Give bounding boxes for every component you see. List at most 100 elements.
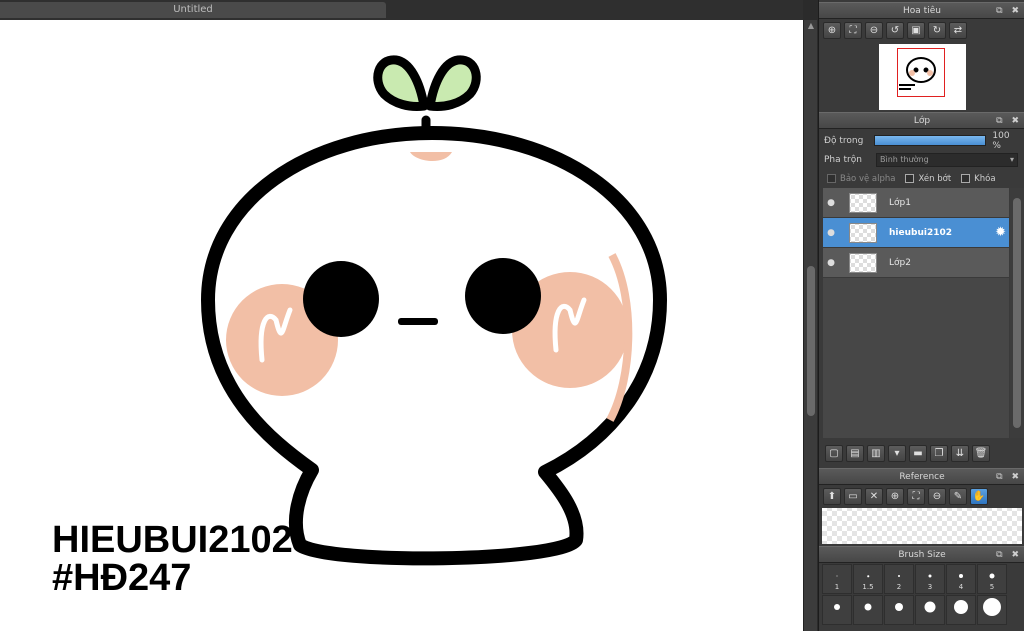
reference-header[interactable]: Reference ⧉ ✖	[819, 468, 1024, 485]
brush-size-dot	[989, 573, 995, 579]
panel-controls[interactable]: ⧉ ✖	[996, 113, 1022, 130]
brush-size-panel: Brush Size ⧉ ✖ 1 1.5 2 3 4 5	[819, 546, 1024, 631]
close-icon[interactable]: ✕	[865, 488, 883, 505]
navigator-header[interactable]: Hoa tiêu ⧉ ✖	[819, 2, 1024, 19]
checkbox-box	[905, 174, 915, 183]
canvas-vertical-scrollbar[interactable]: ▲	[803, 20, 817, 631]
visibility-icon[interactable]: ●	[823, 228, 839, 238]
document-area: Untitled HIEUBUI2102 #HĐ247	[0, 0, 803, 631]
scrollbar-thumb[interactable]	[807, 266, 815, 416]
brush-size-cell[interactable]	[946, 595, 976, 625]
zoom-out-icon[interactable]: ⊖	[865, 22, 883, 39]
panel-controls[interactable]: ⧉ ✖	[996, 469, 1022, 486]
navigator-preview[interactable]	[879, 44, 966, 110]
drawing-canvas[interactable]: HIEUBUI2102 #HĐ247	[0, 20, 803, 631]
brush-size-cell[interactable]: 1.5	[853, 564, 883, 594]
zoom-out-icon[interactable]: ⊖	[928, 488, 946, 505]
app-window: Untitled HIEUBUI2102 #HĐ247 ▲ Hoa tiêu ⧉…	[0, 0, 1024, 631]
panel-controls[interactable]: ⧉ ✖	[996, 3, 1022, 20]
layer-row[interactable]: ● Lớp2	[823, 248, 1009, 278]
open-folder-icon[interactable]: ▭	[844, 488, 862, 505]
new-halftone-layer-icon[interactable]: ▤	[846, 445, 864, 462]
reset-view-icon[interactable]: ▣	[907, 22, 925, 39]
blend-mode-select[interactable]: Bình thường ▾	[876, 152, 1018, 167]
navigator-panel: Hoa tiêu ⧉ ✖ ⊕ ⛶ ⊖ ↺ ▣ ↻ ⇄	[819, 2, 1024, 110]
watermark-line2: #HĐ247	[52, 557, 191, 599]
layer-thumbnail	[849, 192, 877, 213]
navigator-title: Hoa tiêu	[903, 6, 941, 16]
visibility-icon[interactable]: ●	[823, 258, 839, 268]
zoom-in-icon[interactable]: ⊕	[886, 488, 904, 505]
fit-window-icon[interactable]: ⛶	[844, 22, 862, 39]
merge-down-icon[interactable]: ⇊	[951, 445, 969, 462]
character-body	[201, 126, 667, 566]
brush-size-cell[interactable]: 1	[822, 564, 852, 594]
layer-thumbnail	[849, 252, 877, 273]
brush-size-cell[interactable]	[884, 595, 914, 625]
layer-panel: Lớp ⧉ ✖ Độ trong 100 % Pha trộn Bình thư…	[819, 112, 1024, 466]
document-tab[interactable]: Untitled	[0, 2, 386, 18]
layer-name: Lớp1	[889, 197, 911, 208]
flip-horizontal-icon[interactable]: ⇄	[949, 22, 967, 39]
brush-size-cell[interactable]	[915, 595, 945, 625]
layer-name: hieubui2102	[889, 227, 952, 238]
brush-size-dot	[928, 574, 932, 578]
protect-alpha-label: Bảo vệ alpha	[840, 173, 896, 184]
reference-canvas[interactable]	[822, 508, 1022, 544]
layer-title: Lớp	[913, 116, 931, 126]
opacity-slider[interactable]	[874, 135, 987, 146]
brush-size-cell[interactable]	[977, 595, 1007, 625]
gear-icon[interactable]: ✹	[995, 225, 1006, 240]
watermark-line1: HIEUBUI2102	[52, 519, 293, 561]
artwork: HIEUBUI2102 #HĐ247	[52, 55, 667, 599]
brush-size-dot	[867, 575, 869, 577]
layer-header[interactable]: Lớp ⧉ ✖	[819, 112, 1024, 129]
delete-layer-icon[interactable]: 🗑	[972, 445, 990, 462]
new-folder-icon[interactable]: ▬	[909, 445, 927, 462]
new-1bit-layer-icon[interactable]: ▥	[867, 445, 885, 462]
brush-size-label: 1.5	[862, 583, 874, 591]
fit-window-icon[interactable]: ⛶	[907, 488, 925, 505]
layer-list: ● Lớp1 ● hieubui2102 ✹ ● Lớp2	[823, 188, 1009, 438]
rotate-left-icon[interactable]: ↺	[886, 22, 904, 39]
brush-size-dot	[836, 575, 838, 577]
opacity-value: 100 %	[992, 130, 1010, 151]
new-layer-icon[interactable]: ▢	[825, 445, 843, 462]
upload-icon[interactable]: ⬆	[823, 488, 841, 505]
hand-icon[interactable]: ✋	[970, 488, 988, 505]
protect-alpha-checkbox[interactable]: Bảo vệ alpha	[827, 174, 895, 184]
scroll-up-icon[interactable]: ▲	[804, 20, 818, 32]
brush-size-label: 4	[958, 583, 964, 591]
brush-size-cell[interactable]: 5	[977, 564, 1007, 594]
reference-panel: Reference ⧉ ✖ ⬆ ▭ ✕ ⊕ ⛶ ⊖ ✎ ✋	[819, 468, 1024, 544]
opacity-fill	[875, 136, 986, 145]
brush-size-grid: 1 1.5 2 3 4 5	[822, 564, 1010, 625]
brush-size-header[interactable]: Brush Size ⧉ ✖	[819, 546, 1024, 563]
brush-size-cell[interactable]	[822, 595, 852, 625]
scrollbar-thumb[interactable]	[1013, 198, 1021, 428]
lock-checkbox[interactable]: Khóa	[961, 173, 996, 184]
checkbox-box	[961, 174, 971, 183]
brush-size-cell[interactable]: 3	[915, 564, 945, 594]
layer-actions-toolbar: ▢ ▤ ▥ ▾ ▬ ❐ ⇊ 🗑	[821, 442, 994, 464]
right-dock: Hoa tiêu ⧉ ✖ ⊕ ⛶ ⊖ ↺ ▣ ↻ ⇄ Lớp ⧉ ✖ Độ tr…	[818, 0, 1024, 631]
layer-row[interactable]: ● Lớp1	[823, 188, 1009, 218]
lock-label: Khóa	[974, 173, 996, 184]
view-frame[interactable]	[897, 48, 945, 97]
brush-size-cell[interactable]: 2	[884, 564, 914, 594]
add-layer-menu-icon[interactable]: ▾	[888, 445, 906, 462]
brush-size-label: 5	[989, 583, 995, 591]
duplicate-layer-icon[interactable]: ❐	[930, 445, 948, 462]
panel-controls[interactable]: ⧉ ✖	[996, 547, 1022, 564]
layer-row[interactable]: ● hieubui2102 ✹	[823, 218, 1009, 248]
brush-size-cell[interactable]	[853, 595, 883, 625]
brush-size-cell[interactable]: 4	[946, 564, 976, 594]
layer-list-scrollbar[interactable]	[1010, 188, 1024, 438]
zoom-in-icon[interactable]: ⊕	[823, 22, 841, 39]
layer-thumbnail	[849, 222, 877, 243]
visibility-icon[interactable]: ●	[823, 198, 839, 208]
eyedropper-icon[interactable]: ✎	[949, 488, 967, 505]
clipping-checkbox[interactable]: Xén bớt	[905, 174, 951, 184]
reference-toolbar: ⬆ ▭ ✕ ⊕ ⛶ ⊖ ✎ ✋	[819, 485, 1024, 507]
rotate-right-icon[interactable]: ↻	[928, 22, 946, 39]
